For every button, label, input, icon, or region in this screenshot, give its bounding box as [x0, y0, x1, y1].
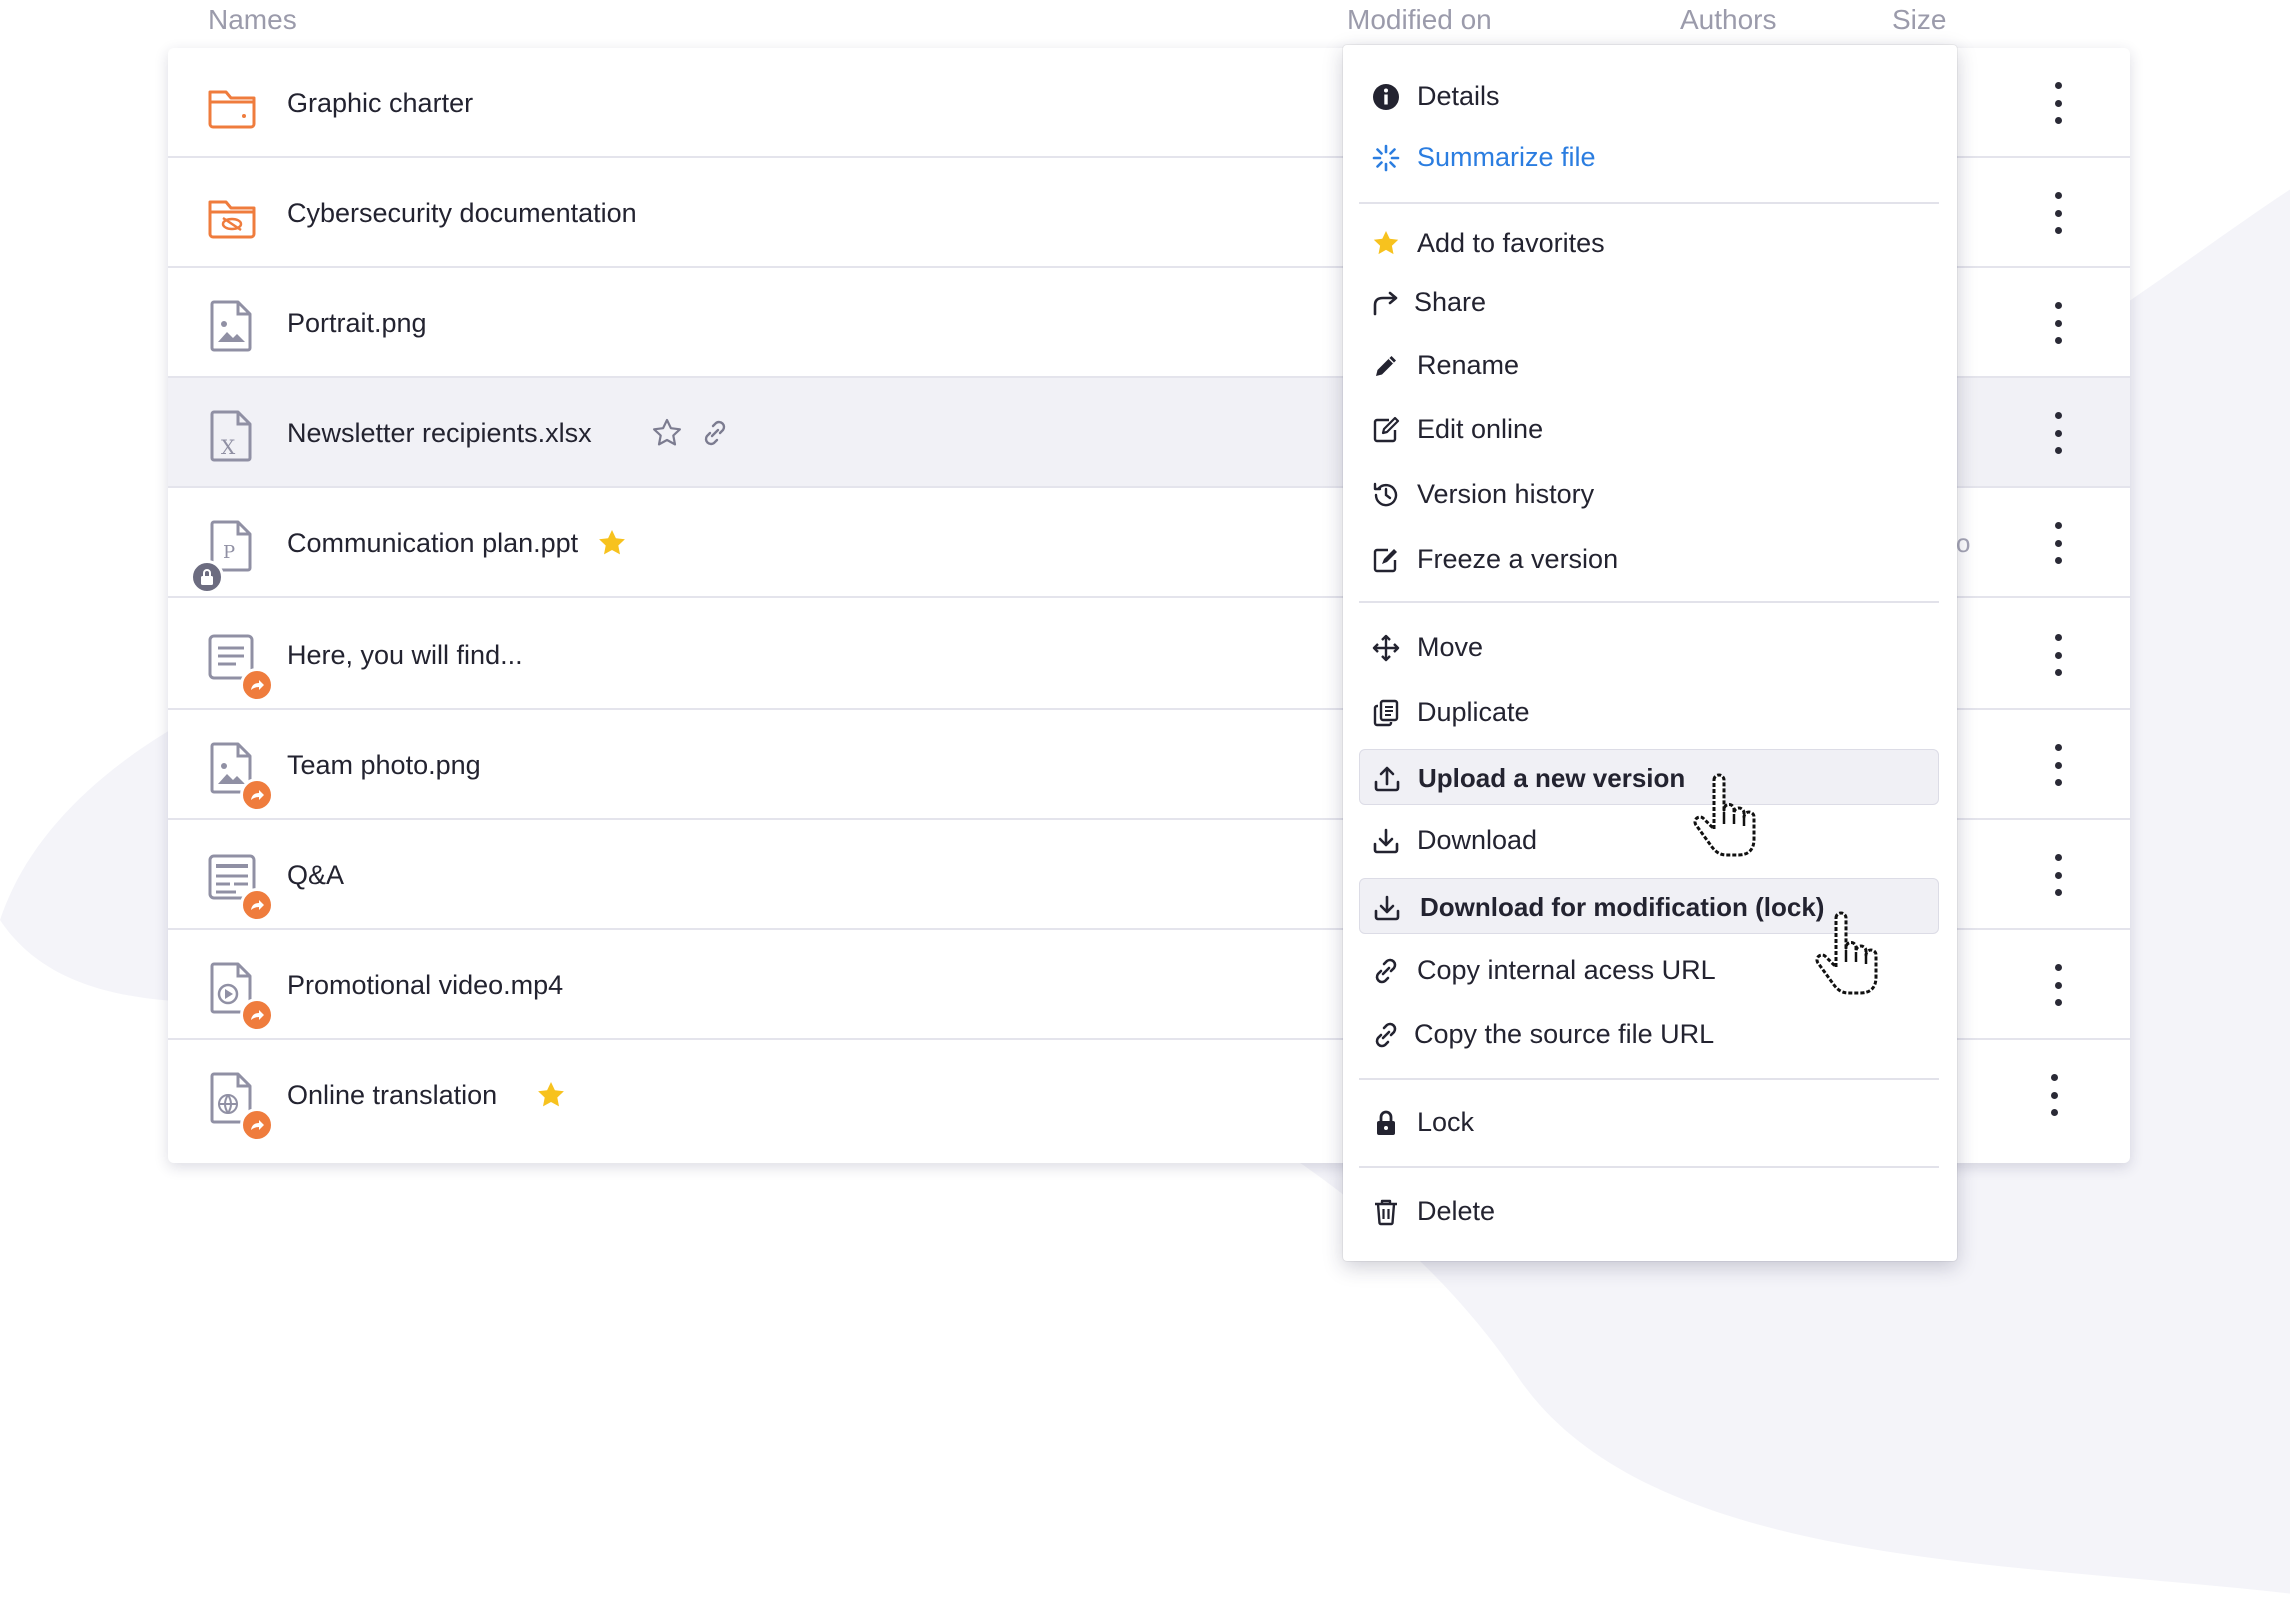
column-header-names[interactable]: Names	[208, 0, 297, 40]
column-header-modified[interactable]: Modified on	[1347, 0, 1492, 40]
more-options-icon[interactable]	[2048, 744, 2068, 786]
menu-item-rename[interactable]: Rename	[1359, 337, 1939, 393]
menu-label: Details	[1417, 81, 1500, 111]
history-icon	[1371, 480, 1401, 510]
menu-label: Lock	[1417, 1107, 1475, 1137]
menu-item-add-favorites[interactable]: Add to favorites	[1359, 215, 1939, 271]
menu-label: Share	[1414, 287, 1487, 317]
column-header-authors[interactable]: Authors	[1680, 0, 1777, 40]
menu-item-move[interactable]: Move	[1359, 619, 1939, 675]
share-icon	[1371, 288, 1401, 318]
file-name[interactable]: Here, you will find...	[287, 600, 523, 710]
menu-label: Add to favorites	[1417, 228, 1605, 258]
shared-badge-icon	[240, 1108, 274, 1142]
menu-label: Edit online	[1417, 414, 1544, 444]
menu-item-version-history[interactable]: Version history	[1359, 466, 1939, 522]
menu-item-freeze-version[interactable]: Freeze a version	[1359, 531, 1939, 587]
menu-item-details[interactable]: Details	[1359, 68, 1939, 124]
move-icon	[1371, 633, 1401, 663]
shared-badge-icon	[240, 998, 274, 1032]
svg-text:X: X	[221, 435, 236, 459]
pencil-icon	[1371, 351, 1401, 381]
menu-label: Summarize file	[1417, 142, 1596, 172]
star-filled-icon[interactable]	[535, 1079, 567, 1111]
size-value: o	[1956, 528, 1971, 558]
menu-label: Copy the source file URL	[1414, 1019, 1715, 1049]
menu-label: Version history	[1417, 479, 1595, 509]
duplicate-icon	[1371, 698, 1401, 728]
file-name[interactable]: Cybersecurity documentation	[287, 158, 637, 268]
link-icon	[1371, 1020, 1401, 1050]
more-options-icon[interactable]	[2048, 634, 2068, 676]
menu-label: Duplicate	[1417, 697, 1530, 727]
menu-label: Rename	[1417, 350, 1520, 380]
svg-text:P: P	[223, 542, 235, 563]
shared-badge-icon	[240, 668, 274, 702]
menu-label: Move	[1417, 632, 1484, 662]
more-options-icon[interactable]	[2048, 412, 2068, 454]
lock-badge-icon	[190, 560, 224, 594]
context-menu: Details Summarize file Add to favorites …	[1343, 45, 1957, 1261]
file-name[interactable]: Graphic charter	[287, 48, 473, 158]
download-icon	[1371, 826, 1401, 856]
download-icon	[1372, 893, 1402, 923]
shared-badge-icon	[240, 778, 274, 812]
menu-item-summarize[interactable]: Summarize file	[1359, 129, 1939, 185]
file-name[interactable]: Newsletter recipients.xlsx	[287, 378, 592, 488]
menu-label: Freeze a version	[1417, 544, 1619, 574]
menu-label: Download	[1417, 825, 1538, 855]
menu-item-edit-online[interactable]: Edit online	[1359, 401, 1939, 457]
file-name[interactable]: Communication plan.ppt	[287, 488, 578, 598]
lock-icon	[1371, 1108, 1401, 1138]
hidden-folder-icon	[204, 188, 260, 244]
column-header-size[interactable]: Size	[1892, 0, 1946, 40]
spreadsheet-file-icon: X	[204, 408, 260, 464]
file-name[interactable]: Portrait.png	[287, 268, 427, 378]
menu-item-copy-source-url[interactable]: Copy the source file URL	[1359, 1006, 1939, 1062]
more-options-icon[interactable]	[2048, 302, 2068, 344]
edit-document-icon	[1371, 415, 1401, 445]
menu-divider	[1359, 601, 1939, 603]
file-name[interactable]: Team photo.png	[287, 710, 481, 820]
more-options-icon[interactable]	[2048, 192, 2068, 234]
menu-divider	[1359, 1166, 1939, 1168]
more-options-icon[interactable]	[2048, 82, 2068, 124]
menu-item-upload-new-version[interactable]: Upload a new version	[1359, 749, 1939, 805]
menu-label: Upload a new version	[1418, 763, 1686, 793]
file-name[interactable]: Online translation	[287, 1040, 497, 1150]
menu-item-lock[interactable]: Lock	[1359, 1094, 1939, 1150]
shared-badge-icon	[240, 888, 274, 922]
info-icon	[1371, 82, 1401, 112]
upload-icon	[1372, 764, 1402, 794]
menu-item-delete[interactable]: Delete	[1359, 1183, 1939, 1239]
file-name[interactable]: Promotional video.mp4	[287, 930, 563, 1040]
menu-item-share[interactable]: Share	[1359, 274, 1939, 330]
more-options-icon[interactable]	[2048, 964, 2068, 1006]
hand-cursor-icon	[1812, 910, 1892, 1000]
link-icon	[1371, 956, 1401, 986]
more-options-icon[interactable]	[2044, 1074, 2064, 1116]
folder-icon	[204, 78, 260, 134]
menu-divider	[1359, 1078, 1939, 1080]
image-file-icon	[204, 298, 260, 354]
more-options-icon[interactable]	[2048, 522, 2068, 564]
trash-icon	[1371, 1197, 1401, 1227]
hand-cursor-icon	[1690, 772, 1770, 862]
star-filled-icon[interactable]	[596, 527, 628, 559]
star-outline-icon[interactable]	[651, 417, 683, 449]
more-options-icon[interactable]	[2048, 854, 2068, 896]
menu-label: Download for modification (lock)	[1420, 892, 1825, 922]
menu-divider	[1359, 202, 1939, 204]
file-name[interactable]: Q&A	[287, 820, 344, 930]
link-icon[interactable]	[699, 417, 731, 449]
menu-item-duplicate[interactable]: Duplicate	[1359, 684, 1939, 740]
star-filled-icon	[1371, 229, 1401, 259]
menu-item-download[interactable]: Download	[1359, 812, 1939, 868]
sparkle-icon	[1371, 143, 1401, 173]
menu-label: Copy internal acess URL	[1417, 955, 1716, 985]
freeze-document-icon	[1371, 545, 1401, 575]
menu-label: Delete	[1417, 1196, 1496, 1226]
